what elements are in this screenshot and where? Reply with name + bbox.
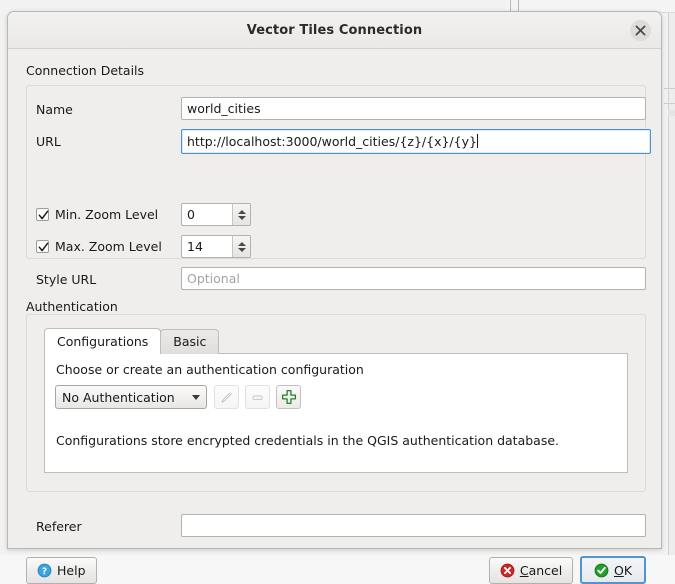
- name-input[interactable]: world_cities: [181, 97, 646, 120]
- max-zoom-value[interactable]: 14: [182, 236, 232, 257]
- add-config-button[interactable]: [276, 385, 301, 409]
- help-button[interactable]: ? Help: [26, 557, 97, 584]
- min-zoom-stepper[interactable]: 0: [181, 203, 251, 226]
- dialog-titlebar: Vector Tiles Connection: [8, 12, 661, 49]
- max-zoom-stepper[interactable]: 14: [181, 235, 251, 258]
- edit-config-button[interactable]: [214, 385, 239, 409]
- max-zoom-checkbox[interactable]: Max. Zoom Level: [36, 239, 162, 254]
- svg-text:?: ?: [42, 567, 47, 577]
- auth-config-selected-value: No Authentication: [62, 390, 188, 405]
- min-zoom-value[interactable]: 0: [182, 204, 232, 225]
- background-window-right-edge: [668, 0, 675, 555]
- tab-configurations[interactable]: Configurations: [44, 328, 161, 354]
- ok-button-label: OK: [614, 563, 632, 578]
- vector-tiles-connection-dialog: Vector Tiles Connection Connection Detai…: [7, 11, 662, 549]
- minus-icon: [250, 390, 265, 405]
- ok-icon: [594, 563, 609, 578]
- help-button-label: Help: [57, 563, 86, 578]
- footer-separator: [24, 549, 648, 550]
- tab-basic[interactable]: Basic: [160, 329, 219, 354]
- close-glyph: [635, 25, 646, 36]
- background-panel-notch: [668, 110, 675, 116]
- min-zoom-checkbox[interactable]: Min. Zoom Level: [36, 207, 158, 222]
- url-label: URL: [36, 134, 61, 150]
- remove-config-button[interactable]: [245, 385, 270, 409]
- max-zoom-increment-button[interactable]: [233, 236, 250, 247]
- auth-config-description: Configurations store encrypted credentia…: [56, 433, 559, 448]
- help-icon: ?: [37, 563, 52, 578]
- min-zoom-increment-button[interactable]: [233, 204, 250, 215]
- pencil-icon: [219, 390, 234, 405]
- max-zoom-label: Max. Zoom Level: [55, 239, 162, 254]
- ok-button[interactable]: OK: [580, 556, 646, 584]
- triangle-up-icon: [238, 210, 246, 214]
- checkmark-icon: [36, 240, 49, 253]
- dialog-title: Vector Tiles Connection: [247, 23, 422, 38]
- check-glyph: [38, 242, 49, 253]
- url-input[interactable]: http://localhost:3000/world_cities/{z}/{…: [181, 129, 651, 154]
- authentication-tabbar: Configurations Basic: [44, 328, 219, 354]
- max-zoom-stepper-buttons: [232, 236, 250, 257]
- plus-icon: [281, 389, 297, 405]
- max-zoom-decrement-button[interactable]: [233, 247, 250, 258]
- min-zoom-decrement-button[interactable]: [233, 215, 250, 226]
- checkmark-icon: [36, 208, 49, 221]
- background-divider-line-1: [664, 88, 675, 89]
- min-zoom-stepper-buttons: [232, 204, 250, 225]
- cancel-icon: [500, 563, 515, 578]
- referer-input[interactable]: [181, 514, 646, 537]
- style-url-input[interactable]: Optional: [181, 267, 646, 290]
- text-caret: [477, 134, 478, 148]
- referer-label: Referer: [36, 519, 82, 534]
- name-label: Name: [36, 102, 73, 118]
- auth-config-select[interactable]: No Authentication: [55, 385, 207, 409]
- background-divider-line-2: [664, 103, 675, 104]
- triangle-up-icon: [238, 242, 246, 246]
- min-zoom-label: Min. Zoom Level: [55, 207, 158, 222]
- chevron-down-icon: [192, 395, 200, 400]
- url-input-value: http://localhost:3000/world_cities/{z}/{…: [187, 134, 477, 149]
- close-icon[interactable]: [630, 20, 651, 41]
- cancel-button[interactable]: Cancel: [489, 557, 573, 584]
- connection-details-heading: Connection Details: [26, 63, 144, 78]
- cancel-button-label: Cancel: [520, 563, 562, 578]
- dialog-body: Connection Details Name world_cities URL…: [8, 49, 661, 550]
- triangle-down-icon: [238, 216, 246, 220]
- authentication-heading: Authentication: [26, 299, 118, 314]
- auth-config-hint: Choose or create an authentication confi…: [56, 362, 364, 377]
- check-glyph: [38, 210, 49, 221]
- style-url-label: Style URL: [36, 272, 96, 288]
- triangle-down-icon: [238, 248, 246, 252]
